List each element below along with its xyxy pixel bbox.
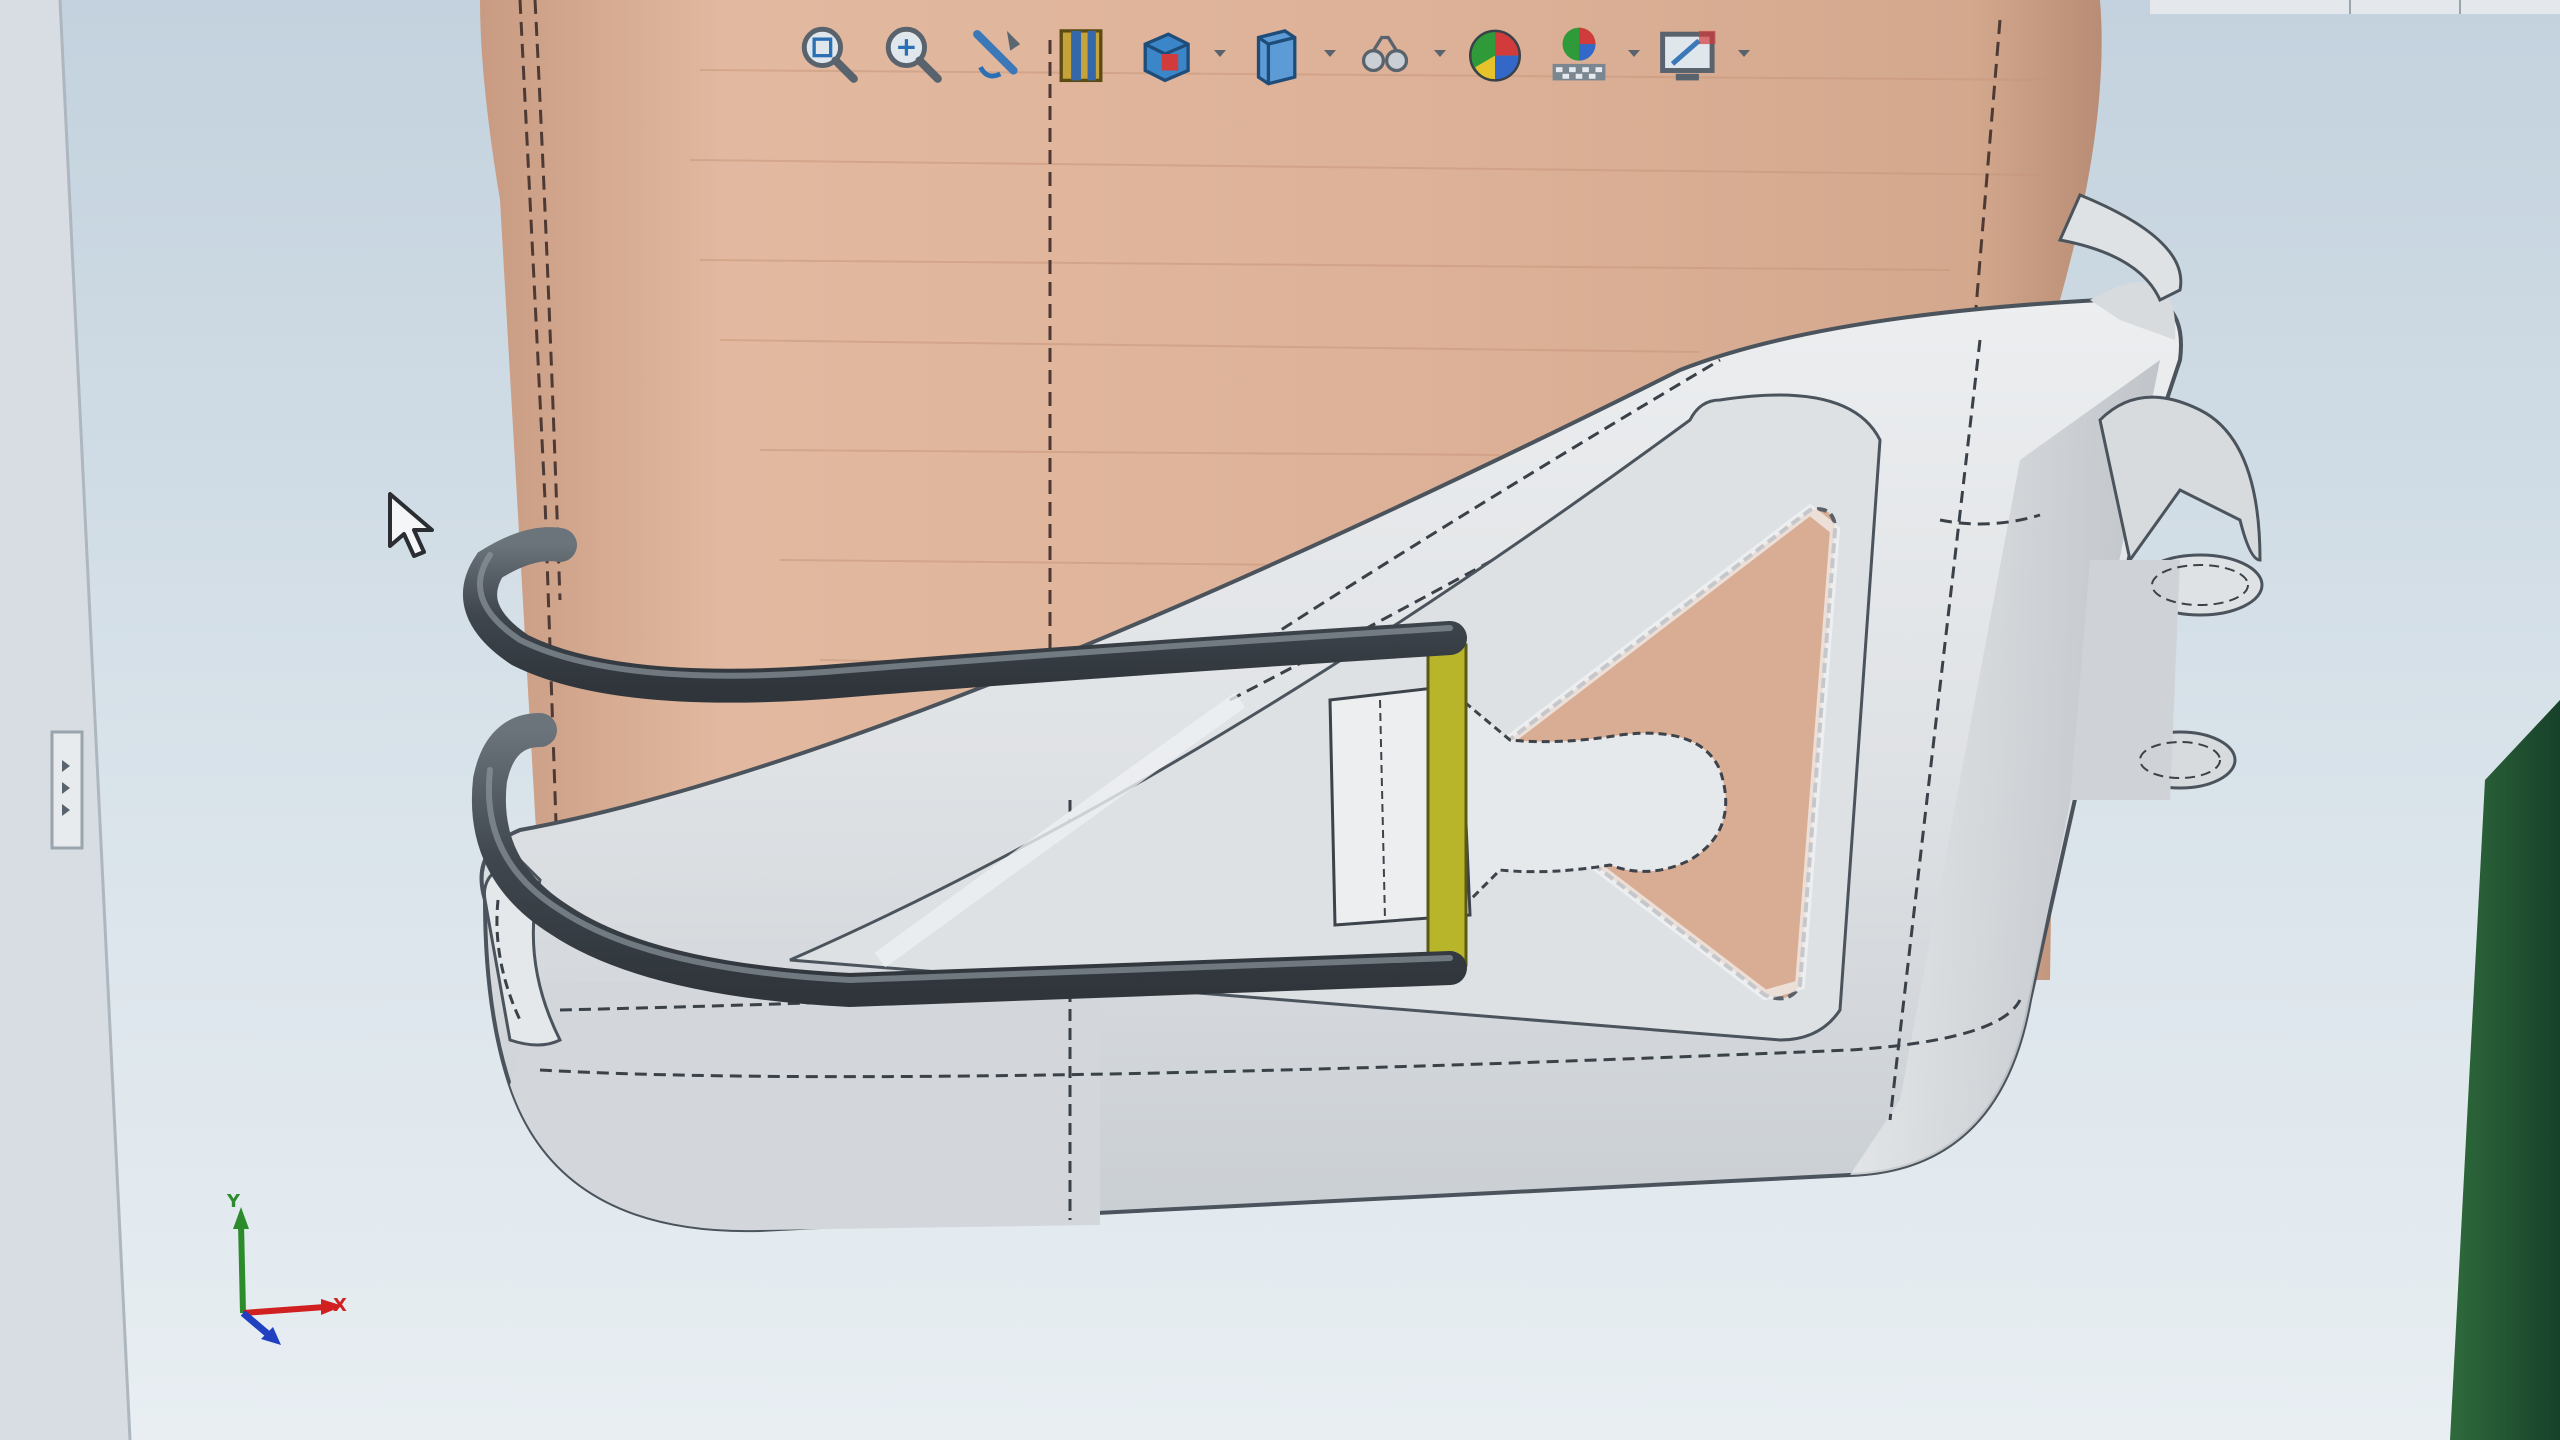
view-orientation-button[interactable] — [1126, 15, 1204, 93]
hide-show-items-dropdown[interactable] — [1430, 15, 1450, 93]
view-settings-button[interactable] — [1650, 15, 1728, 93]
hide-show-items-button[interactable] — [1346, 15, 1424, 93]
triad-axes-icon — [233, 1207, 343, 1345]
graphics-viewport[interactable] — [0, 0, 2560, 1440]
hinge-pin[interactable] — [1426, 643, 1468, 967]
view-settings-icon — [1660, 30, 1716, 81]
hide-show-items-icon — [1361, 35, 1409, 73]
chevron-down-icon — [1738, 50, 1750, 57]
zoom-to-fit-icon — [801, 26, 858, 83]
panel-collapse-handle[interactable] — [48, 730, 88, 850]
chevron-down-icon — [1628, 50, 1640, 57]
chevron-down-icon — [1434, 50, 1446, 57]
triad-y-label: Y — [227, 1191, 241, 1212]
section-view-button[interactable] — [1042, 15, 1120, 93]
zoom-to-fit-button[interactable] — [790, 15, 868, 93]
display-style-icon — [1256, 29, 1297, 86]
zoom-to-area-icon — [885, 26, 942, 83]
apply-scene-button[interactable] — [1540, 15, 1618, 93]
edit-appearance-button[interactable] — [1456, 15, 1534, 93]
edit-appearance-icon — [1469, 29, 1521, 82]
apply-scene-dropdown[interactable] — [1624, 15, 1644, 93]
view-orientation-dropdown[interactable] — [1210, 15, 1230, 93]
section-view-icon — [1059, 29, 1103, 83]
reference-triad: X Y — [205, 1191, 375, 1365]
display-style-button[interactable] — [1236, 15, 1314, 93]
previous-view-icon — [973, 30, 1021, 79]
chevron-down-icon — [1324, 50, 1336, 57]
monitor-screen: X Y — [0, 0, 2560, 1440]
heads-up-view-toolbar — [790, 8, 1870, 100]
chevron-down-icon — [1214, 50, 1226, 57]
apply-scene-icon — [1552, 27, 1606, 81]
view-settings-dropdown[interactable] — [1734, 15, 1754, 93]
zoom-to-area-button[interactable] — [874, 15, 952, 93]
display-style-dropdown[interactable] — [1320, 15, 1340, 93]
previous-view-button[interactable] — [958, 15, 1036, 93]
view-orientation-icon — [1143, 32, 1190, 83]
triad-x-label: X — [333, 1295, 347, 1316]
mouse-pointer-icon — [388, 492, 434, 558]
